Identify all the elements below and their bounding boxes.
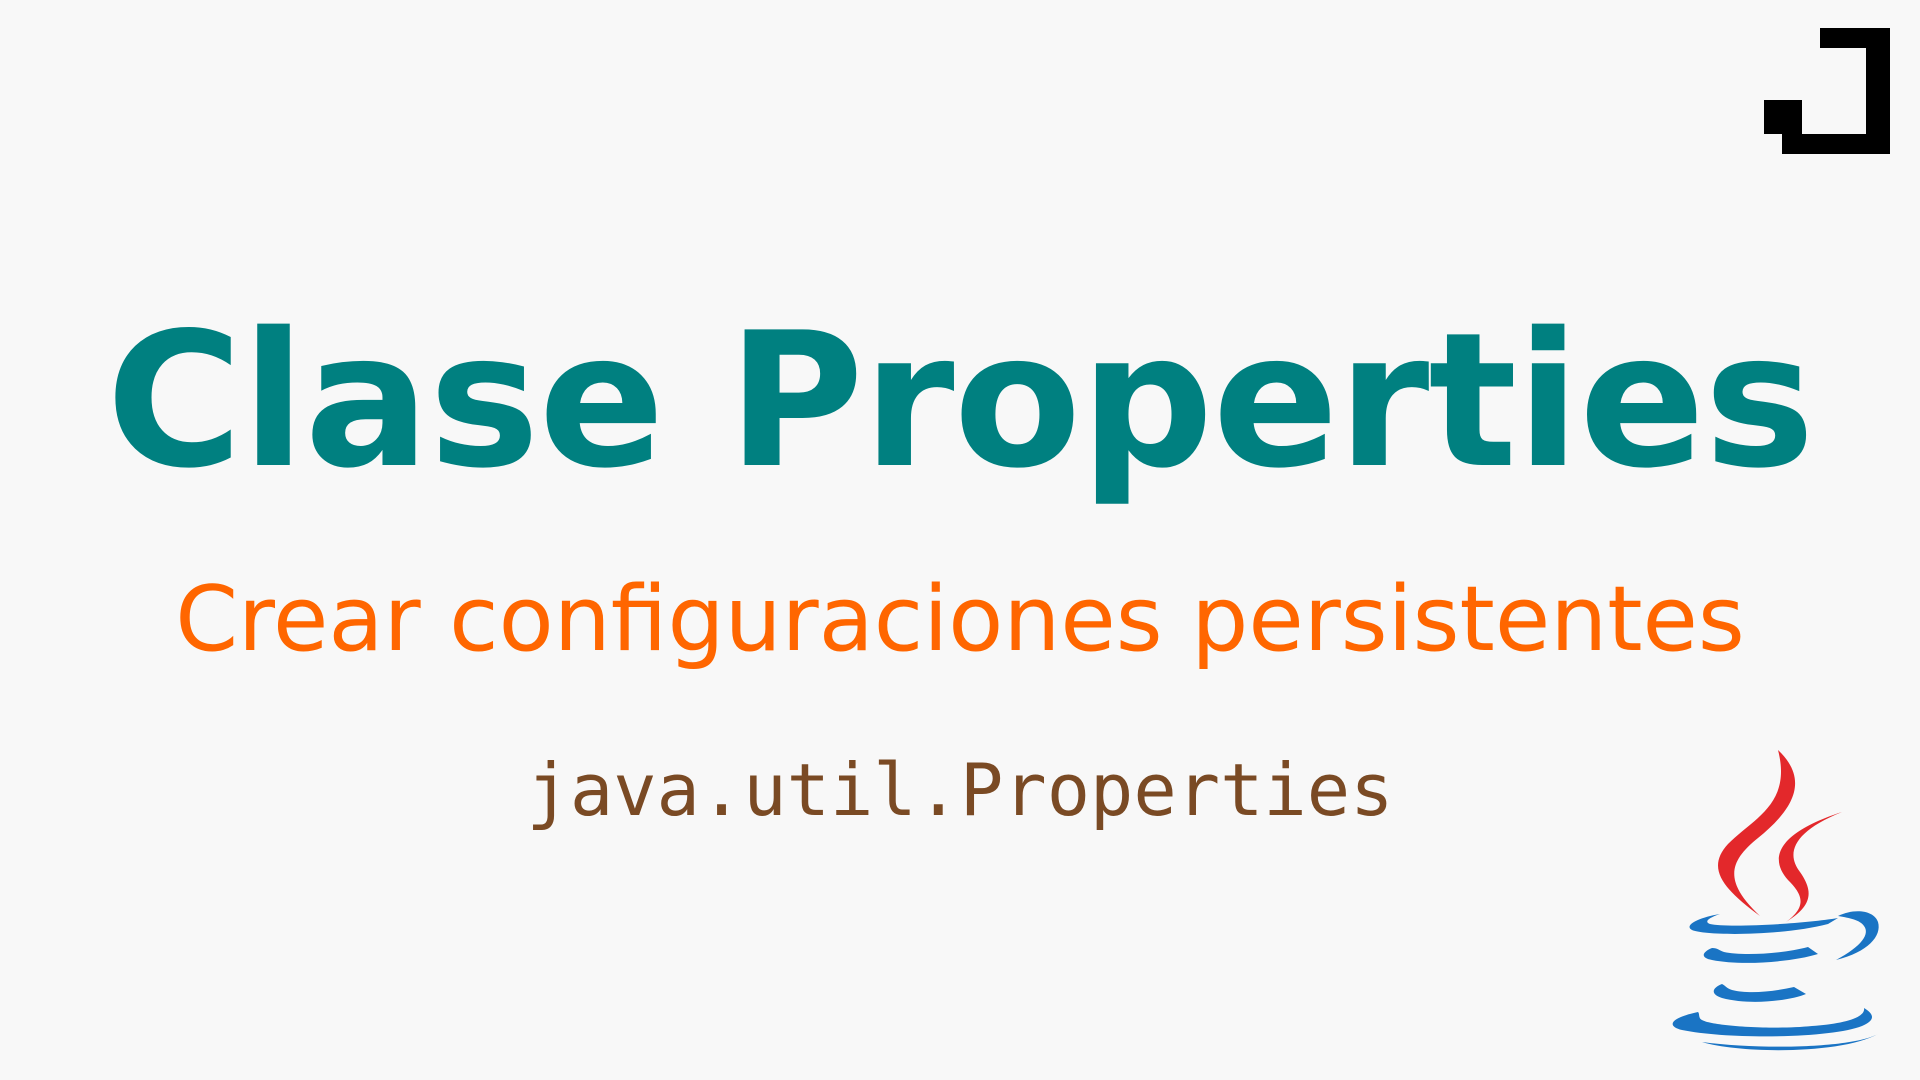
java-cup-ring-1 — [1689, 914, 1838, 934]
java-saucer — [1672, 1008, 1872, 1037]
package-name: java.util.Properties — [526, 748, 1394, 832]
java-cup-ring-2 — [1703, 947, 1818, 963]
page-subtitle: Crear configuraciones persistentes — [175, 567, 1745, 672]
java-cup-ring-3 — [1713, 984, 1806, 1002]
bracket-logo-icon — [1764, 28, 1890, 154]
java-steam-red — [1778, 812, 1842, 922]
java-saucer-bottom — [1702, 1034, 1878, 1051]
java-handle — [1836, 911, 1879, 960]
page-title: Clase Properties — [106, 292, 1815, 509]
java-steam-blue — [1718, 750, 1796, 916]
java-coffee-cup-icon — [1672, 750, 1879, 1051]
